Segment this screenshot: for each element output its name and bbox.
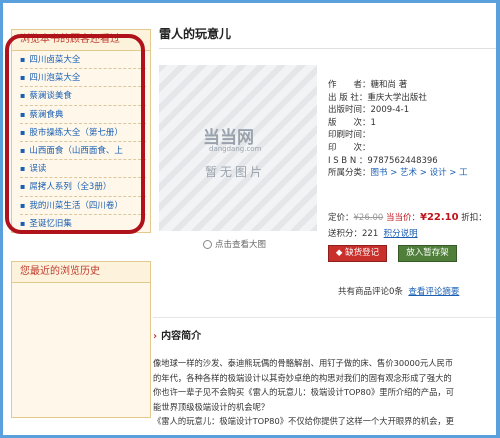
book-link[interactable]: 我的川菜生活（四川卷）: [29, 201, 123, 211]
info-row: 印刷时间：: [328, 129, 496, 142]
info-label: 出版时间：: [328, 105, 371, 116]
arrow-icon: ›: [153, 331, 158, 342]
description-line: 你也许一辈子见不会购买《雷人的玩意儿：极端设计TOP80》里所介绍的产品，可: [153, 387, 454, 398]
list-item[interactable]: ▪ 蔡澜谈美食: [20, 87, 146, 106]
book-link[interactable]: 股市操练大全（第七册）: [29, 128, 123, 138]
info-value: 糖和尚 著: [370, 80, 408, 90]
info-value: 1: [370, 117, 376, 128]
discount-label: 折扣：: [461, 213, 487, 223]
cart-icon: ◆: [335, 248, 343, 258]
info-row: 版 次：1: [328, 117, 496, 130]
title-divider: [159, 48, 496, 49]
also-viewed-box: 浏览本书的顾客还看过 ▪ 四川卤菜大全 ▪ 四川泡菜大全 ▪ 蔡澜谈美食 ▪ 蔡澜食典 …: [11, 29, 151, 233]
list-item[interactable]: ▪ 圣诞忆旧集: [20, 215, 146, 232]
out-of-stock-button[interactable]: ◆ 缺货登记: [328, 245, 387, 262]
info-row: I S B N ：9787562448396: [328, 155, 496, 168]
info-row: 出 版 社：重庆大学出版社: [328, 92, 496, 105]
info-row: 出版时间：2009-4-1: [328, 104, 496, 117]
list-item[interactable]: ▪ 误读: [20, 160, 146, 179]
book-link[interactable]: 圣诞忆旧集: [29, 219, 72, 229]
category-link[interactable]: 图书 > 艺术 > 设计 > 工: [371, 168, 468, 178]
category-label: 所属分类：: [328, 168, 371, 179]
points-text: 送积分：221: [328, 229, 379, 239]
add-to-hold-button[interactable]: 放入暂存架: [398, 245, 457, 262]
info-label: 印 次：: [328, 142, 371, 153]
zoom-link[interactable]: 点击查看大图: [203, 238, 266, 250]
description-line: 能世界顶级极端设计的机会呢？: [153, 401, 270, 412]
list-item[interactable]: ▪ 蔡澜食典: [20, 106, 146, 124]
price-label: 定价：: [328, 213, 354, 223]
also-viewed-list: ▪ 四川卤菜大全 ▪ 四川泡菜大全 ▪ 蔡澜谈美食 ▪ 蔡澜食典 ▪ 股市操练大全（第七册…: [12, 51, 150, 232]
book-link[interactable]: 屌拷人系列（全3册）: [29, 182, 111, 192]
category-row: 所属分类：图书 > 艺术 > 设计 > 工: [328, 167, 496, 180]
history-title: 您最近的浏览历史: [12, 262, 150, 283]
description: 像地球一样的沙发、泰迪熊玩偶的骨骼解剖、用钉子做的床、售价30000元人民币 的…: [153, 356, 496, 429]
cart-label: 缺货登记: [345, 248, 380, 258]
points-link[interactable]: 积分说明: [384, 229, 418, 239]
info-label: 出 版 社：: [328, 92, 368, 103]
book-link[interactable]: 四川泡菜大全: [29, 73, 80, 83]
bullet-icon: ▪: [20, 218, 26, 228]
list-item[interactable]: ▪ 四川泡菜大全: [20, 69, 146, 88]
price-cur-label: 当当价：: [385, 213, 420, 223]
list-item[interactable]: ▪ 山西面食（山西面食、上: [20, 142, 146, 161]
zoom-label: 点击查看大图: [215, 240, 267, 250]
bullet-icon: ▪: [20, 127, 26, 137]
price-old: ¥26.00: [353, 213, 384, 223]
points-row: 送积分：221 积分说明: [328, 227, 418, 239]
book-link[interactable]: 山西面食（山西面食、上: [29, 146, 123, 156]
bullet-icon: ▪: [20, 145, 26, 155]
info-label: 版 次：: [328, 117, 371, 128]
list-item[interactable]: ▪ 四川卤菜大全: [20, 51, 146, 70]
list-item[interactable]: ▪ 我的川菜生活（四川卷）: [20, 197, 146, 215]
info-value: 2009-4-1: [370, 105, 410, 116]
reviews-link[interactable]: 查看评论摘要: [408, 287, 459, 297]
bullet-icon: ▪: [20, 109, 26, 119]
info-row: 作 者：糖和尚 著: [328, 79, 496, 92]
description-line: 的年代，各种各样的极端设计以其奇妙卓绝的构思对我们的固有观念形成了强大的: [153, 372, 452, 383]
info-label: 作 者：: [328, 80, 371, 90]
bullet-icon: ▪: [20, 55, 26, 64]
bullet-icon: ▪: [20, 73, 26, 83]
also-viewed-title: 浏览本书的顾客还看过: [12, 30, 150, 51]
bullet-icon: ▪: [20, 164, 26, 174]
info-value: 9787562448396: [367, 155, 438, 166]
history-box: 您最近的浏览历史: [11, 261, 151, 418]
section-title-text: 内容简介: [161, 331, 202, 342]
bullet-icon: ▪: [20, 91, 26, 101]
bullet-icon: ▪: [20, 182, 26, 192]
price-row: 定价：¥26.00 当当价：¥22.10 折扣：: [328, 211, 496, 223]
description-line: 《雷人的玩意儿：极端设计TOP80》不仅给你提供了这样一个大开眼界的机会，更: [153, 416, 454, 427]
book-link[interactable]: 误读: [29, 164, 46, 174]
section-title: › 内容简介: [153, 327, 201, 342]
info-label: 印刷时间：: [328, 130, 371, 141]
section-divider: [153, 317, 496, 318]
price-cur: ¥22.10: [419, 212, 459, 223]
page-title: 雷人的玩意儿: [159, 27, 232, 41]
list-item[interactable]: ▪ 股市操练大全（第七册）: [20, 124, 146, 142]
book-link[interactable]: 四川卤菜大全: [29, 55, 80, 65]
info-row: 印 次：: [328, 142, 496, 155]
no-image-text: 暂无图片: [205, 165, 266, 179]
reviews-text: 共有商品评论0条: [338, 287, 403, 297]
cover-logo-sub: dangdang.com: [209, 145, 262, 153]
book-info: 作 者：糖和尚 著 出 版 社：重庆大学出版社 出版时间：2009-4-1 版 …: [328, 79, 496, 180]
description-line: 像地球一样的沙发、泰迪熊玩偶的骨骼解剖、用钉子做的床、售价30000元人民币: [153, 358, 454, 368]
book-link[interactable]: 蔡澜食典: [29, 110, 63, 120]
cover-image[interactable]: 当当网 dangdang.com 暂无图片: [159, 65, 317, 231]
reviews-row: 共有商品评论0条 查看评论摘要: [338, 285, 459, 297]
bullet-icon: ▪: [20, 200, 26, 210]
book-link[interactable]: 蔡澜谈美食: [29, 91, 72, 101]
info-label: I S B N ：: [328, 155, 368, 166]
list-item[interactable]: ▪ 屌拷人系列（全3册）: [20, 178, 146, 197]
page-frame: 浏览本书的顾客还看过 ▪ 四川卤菜大全 ▪ 四川泡菜大全 ▪ 蔡澜谈美食 ▪ 蔡澜食典 …: [3, 3, 496, 435]
info-value: 重庆大学出版社: [367, 92, 427, 103]
magnifier-icon: [203, 240, 212, 249]
